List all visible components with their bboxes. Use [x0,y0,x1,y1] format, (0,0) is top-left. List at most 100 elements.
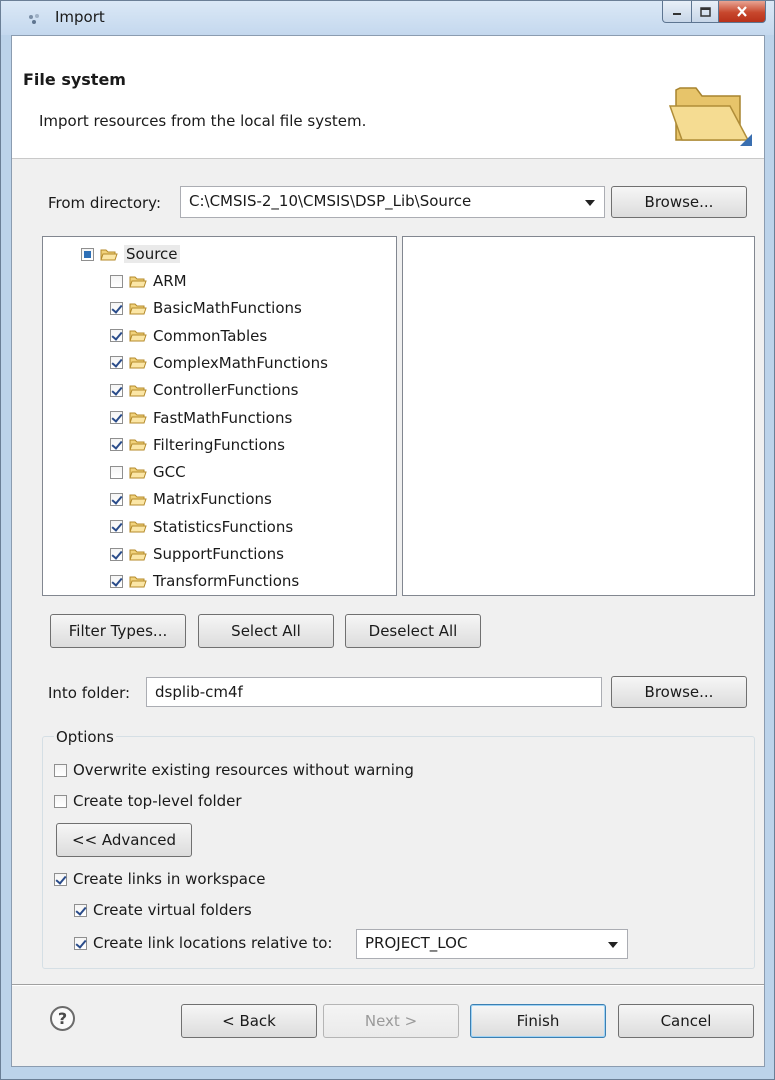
virtual-folders-option[interactable]: Create virtual folders [74,901,252,919]
cancel-button[interactable]: Cancel [618,1004,754,1038]
tree-item-checkbox[interactable] [110,492,123,506]
tree-item[interactable]: TransformFunctions [110,569,299,593]
tree-item[interactable]: ComplexMathFunctions [110,351,328,375]
filter-types-button[interactable]: Filter Types... [50,614,186,648]
tree-item-checkbox[interactable] [110,547,123,561]
tree-item-label: MatrixFunctions [153,490,272,509]
overwrite-checkbox[interactable] [54,763,67,777]
create-links-option[interactable]: Create links in workspace [54,870,265,888]
create-links-checkbox[interactable] [54,872,67,886]
tree-item[interactable]: ControllerFunctions [110,378,298,402]
title-bar[interactable]: Import [1,1,774,35]
tree-item-label: TransformFunctions [153,572,300,591]
relative-links-checkbox[interactable] [74,936,87,950]
tree-item[interactable]: SupportFunctions [110,542,284,566]
banner-title: File system [23,70,126,89]
folder-icon [129,439,147,451]
minimize-icon [673,12,681,15]
select-all-button[interactable]: Select All [198,614,334,648]
close-button[interactable] [719,1,766,23]
maximize-button[interactable] [692,1,719,23]
top-level-folder-option[interactable]: Create top-level folder [54,792,242,810]
tree-item[interactable]: FastMathFunctions [110,406,292,430]
folder-icon [129,521,147,533]
tree-root-checkbox[interactable] [81,247,94,261]
into-folder-input[interactable]: dsplib-cm4f [146,677,602,707]
tree-item-label: GCC [153,463,186,482]
tree-item-label: FilteringFunctions [153,435,285,454]
from-directory-value: C:\CMSIS-2_10\CMSIS\DSP_Lib\Source [189,192,472,210]
top-level-folder-checkbox[interactable] [54,794,67,808]
next-button[interactable]: Next > [323,1004,459,1038]
banner-description: Import resources from the local file sys… [39,112,367,130]
folder-icon [129,385,147,397]
chevron-down-icon[interactable] [608,942,618,948]
tree-item-checkbox[interactable] [110,438,123,452]
folder-icon [129,467,147,479]
folder-icon [129,357,147,369]
tree-item-checkbox[interactable] [110,274,123,288]
relative-links-label: Create link locations relative to: [93,934,333,952]
tree-root-row[interactable]: Source [81,242,180,266]
from-directory-combo[interactable]: C:\CMSIS-2_10\CMSIS\DSP_Lib\Source [180,186,605,218]
tree-item-checkbox[interactable] [110,520,123,534]
folder-icon [129,576,147,588]
tree-item-label: FastMathFunctions [153,408,293,427]
folder-icon [129,494,147,506]
overwrite-option[interactable]: Overwrite existing resources without war… [54,761,414,779]
from-directory-label: From directory: [48,194,161,212]
tree-item-label: BasicMathFunctions [153,299,302,318]
minimize-button[interactable] [662,1,692,23]
tree-item[interactable]: BasicMathFunctions [110,296,302,320]
wizard-banner: File system Import resources from the lo… [12,36,764,159]
maximize-icon [699,6,711,17]
window-title: Import [55,8,105,26]
folder-icon [129,549,147,560]
tree-item-checkbox[interactable] [110,574,123,588]
top-level-folder-label: Create top-level folder [73,792,242,810]
into-folder-label: Into folder: [48,684,131,702]
tree-item-checkbox[interactable] [110,301,123,315]
tree-item[interactable]: CommonTables [110,324,267,348]
tree-item[interactable]: FilteringFunctions [110,433,285,457]
tree-item-checkbox[interactable] [110,356,123,370]
browse-folder-button[interactable]: Browse... [611,676,747,708]
folder-icon [129,330,147,342]
finish-button[interactable]: Finish [470,1004,606,1038]
tree-item-checkbox[interactable] [110,329,123,343]
tree-item-checkbox[interactable] [110,465,123,479]
virtual-folders-checkbox[interactable] [74,903,87,917]
virtual-folders-label: Create virtual folders [93,901,252,919]
import-app-icon [29,14,39,24]
chevron-down-icon[interactable] [585,200,595,206]
help-icon[interactable]: ? [50,1006,75,1031]
folder-icon [129,276,147,287]
dialog-client-area: File system Import resources from the lo… [11,35,765,1067]
tree-item[interactable]: GCC [110,460,186,484]
folder-tree[interactable]: Source ARM BasicMathFunctions CommonTables… [42,236,397,596]
deselect-all-button[interactable]: Deselect All [345,614,481,648]
into-folder-value: dsplib-cm4f [155,683,243,701]
tree-item-label: CommonTables [153,326,268,345]
tree-item-label: ControllerFunctions [153,381,299,400]
folder-open-icon [100,249,118,260]
tree-item[interactable]: ARM [110,269,187,293]
relative-links-option[interactable]: Create link locations relative to: [74,934,332,952]
tree-item[interactable]: MatrixFunctions [110,487,272,511]
tree-item[interactable]: StatisticsFunctions [110,515,293,539]
tree-item-label: ComplexMathFunctions [153,353,328,372]
tree-item-label: ARM [153,272,187,290]
tree-root-label: Source [124,245,180,263]
relative-to-select[interactable]: PROJECT_LOC [356,929,628,959]
tree-item-label: StatisticsFunctions [153,517,294,536]
advanced-button[interactable]: << Advanced [56,823,192,857]
back-button[interactable]: < Back [181,1004,317,1038]
folder-icon [129,303,147,315]
file-list[interactable] [402,236,755,596]
tree-item-checkbox[interactable] [110,383,123,397]
browse-directory-button[interactable]: Browse... [611,186,747,218]
create-links-label: Create links in workspace [73,870,266,888]
folder-icon [129,412,147,424]
tree-item-checkbox[interactable] [110,411,123,424]
close-icon [737,6,747,17]
